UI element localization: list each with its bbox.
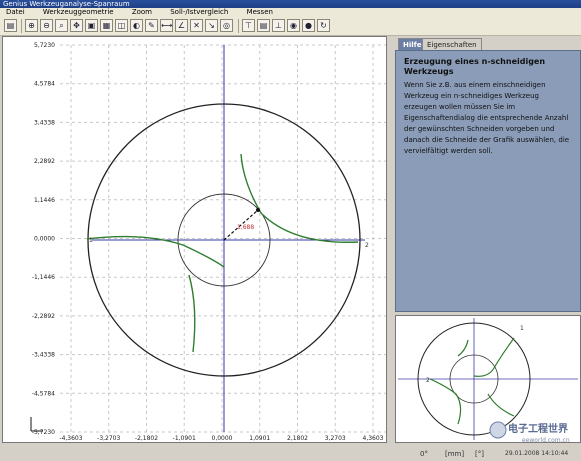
toolbar-separator: [238, 19, 239, 33]
grid: [60, 44, 386, 433]
window-title-bar: Genius Werkzeuganalyse-Spanraum: [0, 0, 581, 8]
preview-label-1: 1: [520, 325, 524, 332]
preview-label-2: 2: [426, 377, 430, 384]
y-tick-label: -2,2892: [32, 313, 55, 320]
y-tick-labels: 5,7230 4,5784 3,4338 2,2892 1,1446 0,0000 -1,1…: [32, 42, 55, 436]
refresh-icon[interactable]: ↻: [317, 19, 330, 32]
menu-zoom[interactable]: Zoom: [132, 8, 152, 16]
preview-edge-curve: [457, 339, 469, 357]
record-icon[interactable]: ●: [302, 19, 315, 32]
compare-icon[interactable]: ◐: [130, 19, 143, 32]
right-panel: Hilfe Eigenschaften Erzeugung eines n-sc…: [395, 36, 581, 443]
radius-label: 1,688: [237, 224, 254, 231]
edge-label-right: 2: [365, 242, 369, 249]
watermark-globe-icon: [489, 421, 507, 439]
status-unit: [mm]: [445, 450, 465, 458]
status-bar: 0° [mm] [°] 29.01.2008 14:10:44: [0, 447, 581, 461]
edge-label-left: 1: [89, 237, 93, 244]
y-tick-label: 4,5784: [34, 81, 55, 88]
measure-distance-icon[interactable]: ⟷: [160, 19, 173, 32]
watermark-logo: 电子工程世界 eeworld.com.cn: [489, 421, 570, 444]
target-icon[interactable]: ◉: [287, 19, 300, 32]
y-tick-label: -1,1446: [32, 274, 55, 281]
layers-icon[interactable]: ◫: [115, 19, 128, 32]
help-text: Wenn Sie z.B. aus einem einschneidigen W…: [404, 81, 570, 155]
y-tick-label: 0,0000: [34, 236, 55, 243]
y-tick-label: -3,4338: [32, 352, 55, 359]
watermark: 电子工程世界 eeworld.com.cn: [488, 417, 578, 447]
help-panel: Erzeugung eines n-schneidigen Werkzeugs …: [395, 50, 581, 312]
x-tick-labels: -4,3603 -3,2703 -2,1802 -1,0901 0,0000 1,0901…: [59, 435, 383, 442]
arrow-icon[interactable]: ↘: [205, 19, 218, 32]
preview-edge-curve: [429, 378, 462, 425]
watermark-text-cn: 电子工程世界: [508, 422, 568, 435]
measure-point-icon[interactable]: ✎: [145, 19, 158, 32]
menu-werkzeuggeometrie[interactable]: Werkzeuggeometrie: [43, 8, 114, 16]
y-tick-label: -4,5784: [32, 390, 55, 397]
tab-bar: Hilfe Eigenschaften: [395, 36, 581, 50]
toolbar: ▤ ⊕ ⊖ ⌕ ✥ ▣ ▦ ◫ ◐ ✎ ⟷ ∠ ✕ ↘ ◎ ⊤ ▤ ⊥ ◉ ● …: [0, 17, 581, 36]
zoom-out-icon[interactable]: ⊖: [40, 19, 53, 32]
preview-edge-curve: [473, 337, 515, 377]
x-tick-label: 0,0000: [212, 435, 233, 442]
fit-view-icon[interactable]: ▣: [85, 19, 98, 32]
help-title: Erzeugung eines n-schneidigen Werkzeugs: [404, 57, 546, 76]
cutting-edge-curve[interactable]: [240, 153, 359, 243]
menu-soll-istvergleich[interactable]: Soll-/Istvergleich: [170, 8, 228, 16]
dimension-point: [256, 208, 260, 212]
window-title: Genius Werkzeuganalyse-Spanraum: [3, 0, 130, 8]
pan-icon[interactable]: ✥: [70, 19, 83, 32]
zoom-window-icon[interactable]: ⌕: [55, 19, 68, 32]
preview-edge-curve: [487, 393, 515, 417]
settings-icon[interactable]: ◎: [220, 19, 233, 32]
x-tick-label: 1,0901: [249, 435, 270, 442]
x-tick-label: 3,2703: [325, 435, 346, 442]
y-tick-label: 1,1446: [34, 197, 55, 204]
menu-bar: Datei Werkzeuggeometrie Zoom Soll-/Istve…: [0, 8, 581, 17]
y-tick-label: -5,7230: [32, 429, 55, 436]
measure-angle-icon[interactable]: ∠: [175, 19, 188, 32]
toolbar-separator: [21, 19, 22, 33]
dimension-icon[interactable]: ⊤: [242, 19, 255, 32]
analysis-plot[interactable]: 1,688 1 2 5,7230 4,5784 3,4338 2,2892 1,1446…: [2, 36, 387, 443]
x-tick-label: 4,3603: [363, 435, 384, 442]
cutting-edge-curve[interactable]: [188, 274, 196, 353]
x-tick-label: -2,1802: [135, 435, 158, 442]
x-tick-label: -1,0901: [173, 435, 196, 442]
x-tick-label: 2,1802: [287, 435, 308, 442]
delete-icon[interactable]: ✕: [190, 19, 203, 32]
y-tick-label: 5,7230: [34, 42, 55, 49]
menu-datei[interactable]: Datei: [6, 8, 25, 16]
open-icon[interactable]: ▤: [4, 19, 17, 32]
cutting-edge-curve[interactable]: [86, 235, 225, 268]
x-tick-label: -3,2703: [97, 435, 120, 442]
zoom-in-icon[interactable]: ⊕: [25, 19, 38, 32]
y-tick-label: 2,2892: [34, 158, 55, 165]
status-datetime: 29.01.2008 14:10:44: [505, 450, 569, 457]
y-tick-label: 3,4338: [34, 119, 55, 126]
axis-icon[interactable]: ⊥: [272, 19, 285, 32]
x-tick-label: -4,3603: [59, 435, 82, 442]
status-degree-unit: [°]: [475, 450, 484, 458]
watermark-site: eeworld.com.cn: [522, 437, 570, 444]
grid-icon[interactable]: ▦: [100, 19, 113, 32]
status-angle: 0°: [420, 450, 428, 458]
plot-canvas[interactable]: 1,688 1 2 5,7230 4,5784 3,4338 2,2892 1,1446…: [3, 37, 388, 444]
tab-properties[interactable]: Eigenschaften: [422, 38, 482, 50]
table-icon[interactable]: ▤: [257, 19, 270, 32]
menu-messen[interactable]: Messen: [247, 8, 273, 16]
